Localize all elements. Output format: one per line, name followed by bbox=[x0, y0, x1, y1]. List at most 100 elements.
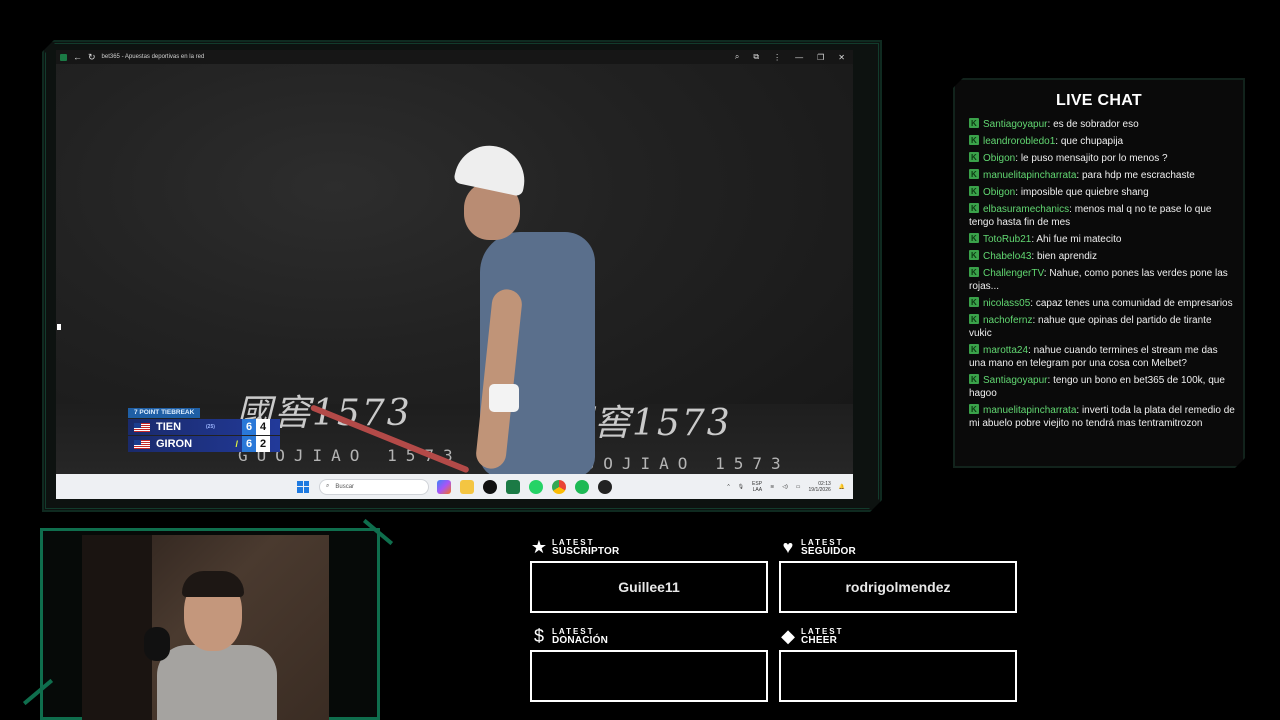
game-score: 2 bbox=[256, 436, 270, 452]
wifi-icon[interactable]: ≋ bbox=[770, 484, 774, 490]
chat-text: que chupapija bbox=[1060, 136, 1124, 147]
kick-badge-icon bbox=[969, 168, 979, 181]
reload-icon[interactable]: ↻ bbox=[88, 52, 96, 62]
chat-message: manuelitapincharrata: inverti toda la pl… bbox=[969, 403, 1235, 430]
chat-message: nicolass05: capaz tenes una comunidad de… bbox=[969, 296, 1235, 310]
chat-username[interactable]: marotta24 bbox=[983, 345, 1028, 356]
whatsapp-icon[interactable] bbox=[529, 479, 543, 494]
bet365-favicon-icon bbox=[60, 53, 67, 61]
streamer-body bbox=[157, 645, 277, 720]
chat-username[interactable]: manuelitapincharrata bbox=[983, 405, 1076, 416]
chat-username[interactable]: Obigon bbox=[983, 187, 1015, 198]
scoreboard: 7 POINT TIEBREAK TIEN (25) 6 4 GIRON / 6… bbox=[128, 408, 280, 452]
close-button[interactable]: ✕ bbox=[838, 53, 845, 62]
heart-icon: ♥ bbox=[782, 537, 794, 557]
chat-text: capaz tenes una comunidad de empresarios bbox=[1035, 298, 1233, 309]
chat-username[interactable]: nicolass05 bbox=[983, 298, 1030, 309]
sponsor-sub-right: GUOJIAO 1573 bbox=[566, 454, 790, 473]
player-name: TIEN bbox=[156, 421, 182, 433]
browser-title: bet365 - Apuestas deportivas en la red bbox=[101, 54, 205, 60]
chat-message: marotta24: nahue cuando termines el stre… bbox=[969, 343, 1235, 370]
restore-button[interactable]: ❐ bbox=[817, 53, 824, 62]
latest-donacion-box bbox=[530, 650, 768, 702]
kick-badge-icon bbox=[969, 373, 979, 386]
menu-kebab-icon[interactable]: ⋮ bbox=[773, 53, 781, 62]
windows-start-icon[interactable] bbox=[297, 480, 309, 493]
chat-message: Santiagoyapur: es de sobrador eso bbox=[969, 117, 1235, 131]
latest-seguidor-header: ♥ LATEST SEGUIDOR bbox=[779, 537, 856, 557]
set-score: 6 bbox=[242, 419, 256, 435]
chat-text: imposible que quiebre shang bbox=[1020, 187, 1149, 198]
tiktok-icon[interactable] bbox=[483, 479, 497, 494]
chat-username[interactable]: Obigon bbox=[983, 153, 1015, 164]
chat-message: ChallengerTV: Nahue, como pones las verd… bbox=[969, 266, 1235, 293]
kick-badge-icon bbox=[969, 202, 979, 215]
spotify-icon[interactable] bbox=[575, 479, 589, 494]
chat-text: Ahi fue mi matecito bbox=[1036, 234, 1122, 245]
star-icon: ★ bbox=[530, 537, 548, 557]
copilot-icon[interactable] bbox=[437, 479, 451, 494]
zoom-icon[interactable]: ⌕ bbox=[735, 52, 739, 62]
chat-messages: Santiagoyapur: es de sobrador eso leandro… bbox=[969, 117, 1235, 434]
language-indicator[interactable]: ESP LAA bbox=[752, 481, 762, 493]
webcam-feed bbox=[82, 535, 329, 720]
windows-taskbar: ⌕ Buscar ^ 🎙 ESP LAA ≋ ◁) ▭ 02:13 19/1/202… bbox=[56, 474, 853, 499]
chat-username[interactable]: TotoRub21 bbox=[983, 234, 1031, 245]
latest-suscriptor-header: ★ LATEST SUSCRIPTOR bbox=[530, 537, 620, 557]
player-cap bbox=[453, 139, 531, 197]
tennis-video[interactable]: 國窖1573 國窖1573 GUOJIAO 1573 GUOJIAO 1573 … bbox=[56, 64, 853, 474]
usa-flag-icon bbox=[134, 439, 150, 449]
bet365-app-icon[interactable] bbox=[506, 479, 520, 494]
back-arrow-icon[interactable]: ← bbox=[73, 52, 82, 62]
chat-message: Chabelo43: bien aprendiz bbox=[969, 249, 1235, 263]
webcam-background-door bbox=[82, 535, 152, 720]
kick-badge-icon bbox=[969, 343, 979, 356]
chat-text: es de sobrador eso bbox=[1053, 119, 1139, 130]
latest-seguidor-box: rodrigolmendez bbox=[779, 561, 1017, 613]
chat-username[interactable]: elbasuramechanics bbox=[983, 204, 1069, 215]
clock[interactable]: 02:13 19/1/2026 bbox=[809, 481, 831, 493]
battery-icon[interactable]: ▭ bbox=[796, 484, 801, 490]
tray-chevron-up-icon[interactable]: ^ bbox=[727, 484, 729, 490]
minimize-button[interactable]: — bbox=[795, 53, 803, 62]
chat-username[interactable]: leandrorobledo1 bbox=[983, 136, 1055, 147]
score-row-player-1: TIEN (25) 6 4 bbox=[128, 419, 280, 435]
volume-icon[interactable]: ◁) bbox=[782, 484, 788, 490]
file-explorer-icon[interactable] bbox=[460, 479, 474, 494]
chrome-icon[interactable] bbox=[552, 479, 566, 494]
chat-username[interactable]: manuelitapincharrata bbox=[983, 170, 1076, 181]
kick-badge-icon bbox=[969, 185, 979, 198]
kick-badge-icon bbox=[969, 296, 979, 309]
latest-donacion-header: $ LATEST DONACIÓN bbox=[530, 627, 608, 646]
chat-message: Santiagoyapur: tengo un bono en bet365 d… bbox=[969, 373, 1235, 400]
kick-badge-icon bbox=[969, 313, 979, 326]
search-placeholder: Buscar bbox=[335, 483, 355, 490]
player-wristband bbox=[489, 384, 519, 412]
browser-titlebar: ← ↻ bet365 - Apuestas deportivas en la r… bbox=[56, 50, 853, 64]
notification-bell-icon[interactable]: 🔔 bbox=[839, 484, 845, 490]
chat-username[interactable]: Santiagoyapur bbox=[983, 375, 1048, 386]
taskbar-search[interactable]: ⌕ Buscar bbox=[319, 478, 429, 495]
obs-icon[interactable] bbox=[598, 479, 612, 494]
chat-message: Obigon: le puso mensajito por lo menos ? bbox=[969, 151, 1235, 165]
latest-suscriptor-box: Guillee11 bbox=[530, 561, 768, 613]
chat-message: nachofernz: nahue que opinas del partido… bbox=[969, 313, 1235, 340]
kick-badge-icon bbox=[969, 151, 979, 164]
score-row-player-2: GIRON / 6 2 bbox=[128, 436, 280, 452]
chat-username[interactable]: Santiagoyapur bbox=[983, 119, 1048, 130]
chat-username[interactable]: ChallengerTV bbox=[983, 268, 1044, 279]
kick-badge-icon bbox=[969, 232, 979, 245]
chat-text: bien aprendiz bbox=[1036, 251, 1097, 262]
chat-message: Obigon: imposible que quiebre shang bbox=[969, 185, 1235, 199]
game-score: 4 bbox=[256, 419, 270, 435]
search-icon: ⌕ bbox=[326, 483, 330, 489]
serve-indicator-icon: / bbox=[235, 439, 238, 449]
chat-username[interactable]: Chabelo43 bbox=[983, 251, 1031, 262]
kick-badge-icon bbox=[969, 403, 979, 416]
set-score: 6 bbox=[242, 436, 256, 452]
extensions-icon[interactable]: ⧉ bbox=[753, 52, 759, 62]
mouse-cursor-icon bbox=[57, 324, 61, 330]
usa-flag-icon bbox=[134, 422, 150, 432]
mic-icon[interactable]: 🎙 bbox=[738, 484, 744, 490]
chat-username[interactable]: nachofernz bbox=[983, 315, 1032, 326]
